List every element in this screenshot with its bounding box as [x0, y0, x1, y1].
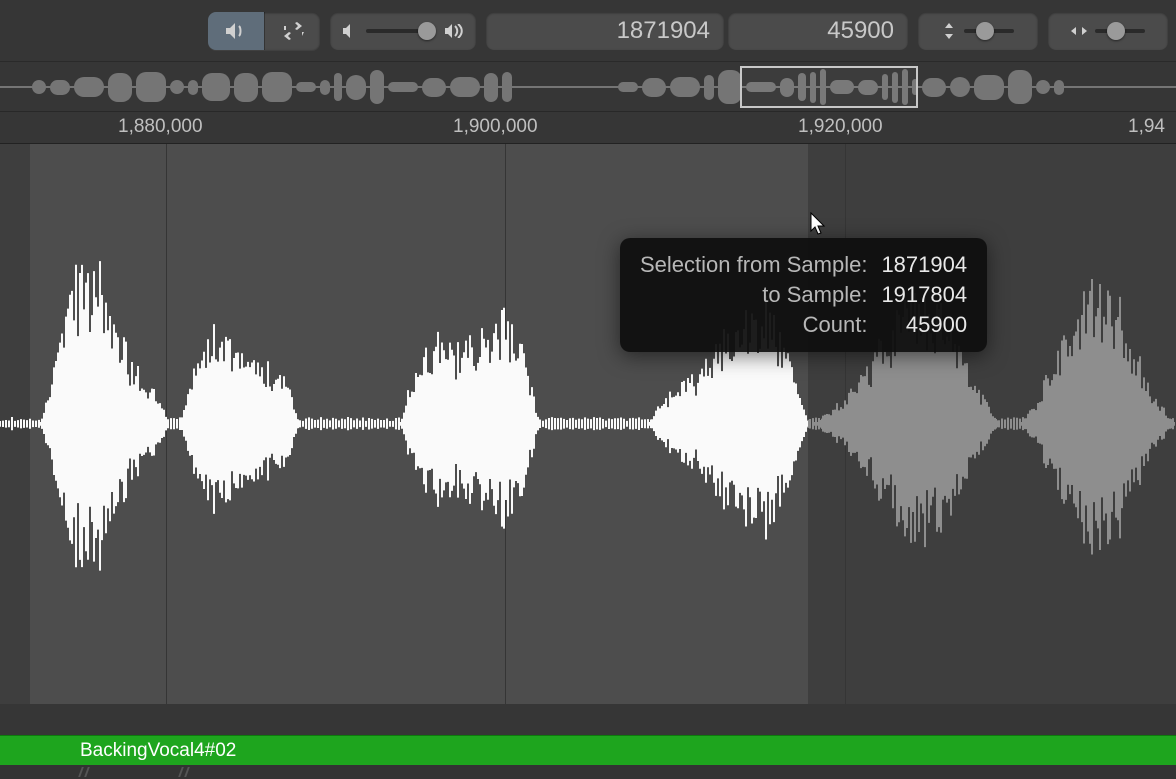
overview-cluster — [30, 68, 514, 106]
bottom-strip — [0, 765, 1176, 779]
selection-length-field[interactable]: 45900 — [728, 12, 908, 50]
horizontal-arrows-icon — [1071, 24, 1087, 38]
ruler-tick: 1,94 — [1128, 116, 1165, 138]
slider-track[interactable] — [366, 29, 436, 33]
volume-high-icon — [444, 24, 464, 38]
ruler-tick: 1,900,000 — [453, 116, 538, 138]
preview-audio-button[interactable] — [208, 12, 264, 50]
waveform-area[interactable]: Selection from Sample: 1871904 to Sample… — [0, 144, 1176, 704]
loop-icon — [281, 22, 305, 40]
tooltip-from-label: Selection from Sample: — [640, 252, 867, 278]
tooltip-to-label: to Sample: — [640, 282, 867, 308]
tooltip-from-value: 1871904 — [881, 252, 967, 278]
toolbar: 1871904 45900 — [0, 0, 1176, 62]
vertical-arrows-icon — [942, 23, 956, 39]
selection-tooltip: Selection from Sample: 1871904 to Sample… — [620, 238, 987, 352]
tooltip-count-value: 45900 — [881, 312, 967, 338]
speaker-icon — [225, 22, 247, 40]
vertical-zoom-slider[interactable] — [918, 12, 1038, 50]
track-name: BackingVocal4#02 — [80, 740, 236, 762]
overview-view-rect[interactable] — [740, 66, 918, 108]
slider-thumb[interactable] — [418, 22, 436, 40]
horizontal-zoom-slider[interactable] — [1048, 12, 1168, 50]
track-header-bar[interactable]: BackingVocal4#02 — [0, 735, 1176, 765]
waveform-graphic — [0, 144, 1176, 704]
tooltip-to-value: 1917804 — [881, 282, 967, 308]
selection-start-field[interactable]: 1871904 — [486, 12, 724, 50]
tooltip-count-label: Count: — [640, 312, 867, 338]
volume-low-icon — [342, 24, 358, 38]
ruler-tick: 1,880,000 — [118, 116, 203, 138]
playback-buttons — [208, 12, 320, 50]
timeline-ruler[interactable]: 1,880,000 1,900,000 1,920,000 1,94 — [0, 112, 1176, 144]
ruler-tick: 1,920,000 — [798, 116, 883, 138]
loop-button[interactable] — [264, 12, 320, 50]
overview-strip[interactable] — [0, 62, 1176, 112]
volume-slider[interactable] — [330, 12, 476, 50]
